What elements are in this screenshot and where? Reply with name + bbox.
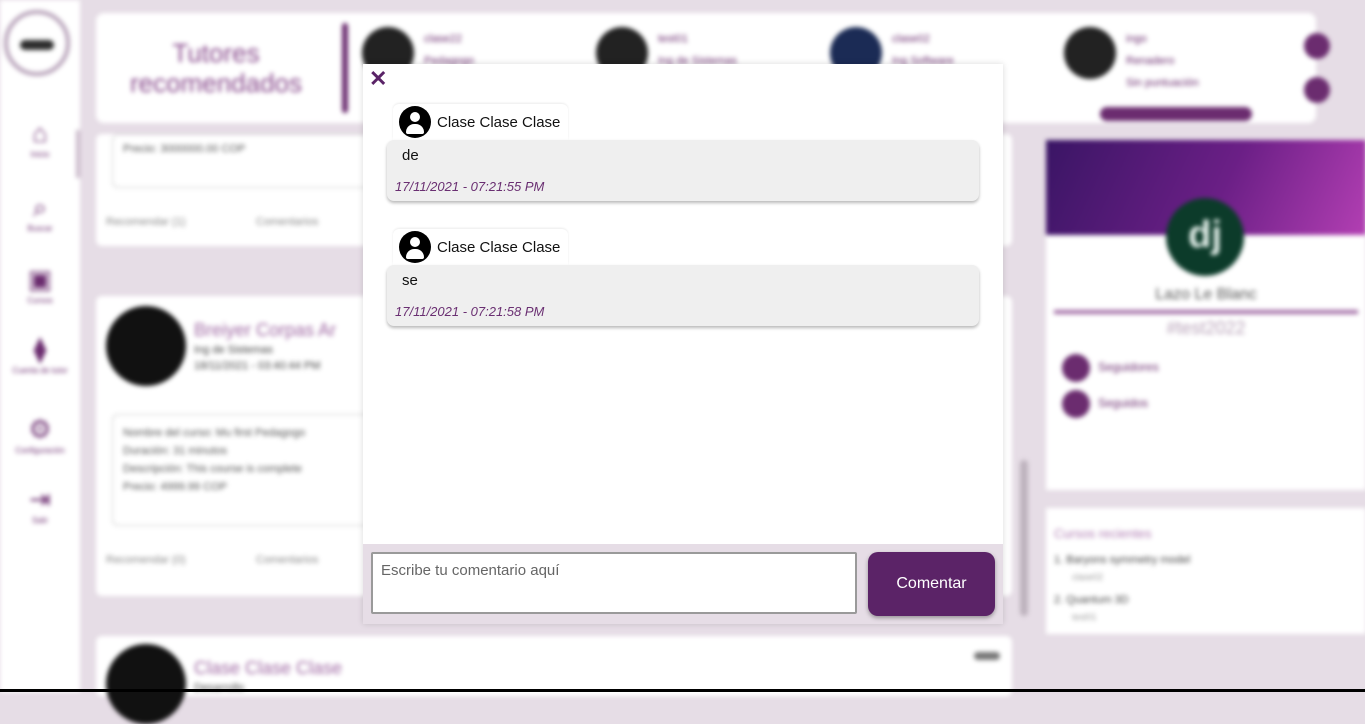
comment-text: se <box>402 272 418 289</box>
sidebar-item-label: Cursos <box>27 296 53 305</box>
course-name: Nombre del curso: Mu first Pedagogo <box>123 427 306 439</box>
sidebar-item-tutor-account[interactable]: ⧫ Cuenta de tutor <box>0 334 80 375</box>
sidebar-item-label: Configuración <box>15 446 65 455</box>
comments-button[interactable]: Comentarios <box>256 216 318 228</box>
post-author-name[interactable]: Clase Clase Clase <box>194 658 342 679</box>
sidebar-item-settings[interactable]: ⚙ Configuración <box>0 414 80 455</box>
following-link[interactable]: Seguidos <box>1062 390 1148 418</box>
briefcase-icon: ▣ <box>27 264 53 294</box>
gears-icon: ⚙ <box>28 414 52 444</box>
avatar <box>106 644 186 724</box>
recommend-button[interactable]: Recomendar (1) <box>106 216 185 228</box>
recent-course-item[interactable]: 1. Baryons symmetry model <box>1054 554 1190 566</box>
comment-author: Clase Clase Clase <box>393 104 569 140</box>
post-options-icon[interactable] <box>974 652 1000 660</box>
profile-avatar: dj <box>1166 198 1244 276</box>
feed-post: Clase Clase Clase Desarrollo <box>96 636 1012 724</box>
avatar <box>106 306 186 386</box>
following-icon <box>1062 390 1090 418</box>
comment-submit-button[interactable]: Comentar <box>868 552 995 616</box>
home-icon: ⌂ <box>32 118 48 148</box>
carousel-next-button[interactable] <box>1304 77 1330 103</box>
sidebar-item-label: Inicio <box>30 150 50 159</box>
avatar <box>1064 27 1116 79</box>
followers-label: Seguidores <box>1098 360 1159 375</box>
post-author-role: Desarrollo <box>194 682 245 694</box>
tutor-username: clase02 <box>892 33 930 45</box>
app-logo <box>4 10 70 76</box>
search-icon: ⌕ <box>32 192 48 222</box>
sidebar-item-home[interactable]: ⌂ Inicio <box>0 118 80 159</box>
comments-button[interactable]: Comentarios <box>256 554 318 566</box>
followers-link[interactable]: Seguidores <box>1062 354 1159 382</box>
carousel-prev-button[interactable] <box>1304 33 1330 59</box>
comment-composer: Comentar <box>363 544 1003 624</box>
sidebar-item-label: Buscar <box>27 224 53 233</box>
user-avatar-icon <box>399 106 431 138</box>
profile-name: Lazo Le Blanc <box>1155 286 1257 303</box>
recent-course-item[interactable]: 2. Quantum 3D <box>1054 594 1129 606</box>
following-label: Seguidos <box>1098 396 1149 411</box>
post-author-role: Ing de Sistemas <box>194 344 273 356</box>
tutor-username: ingo <box>1126 33 1147 45</box>
follow-button[interactable] <box>1100 107 1252 121</box>
comment-bubble: se 17/11/2021 - 07:21:58 PM <box>387 265 979 326</box>
comment-text: de <box>402 147 419 164</box>
recent-course-author: test01 <box>1072 612 1097 622</box>
tutor-username: test01 <box>658 33 688 45</box>
feed-scrollbar[interactable] <box>1020 460 1028 616</box>
divider <box>342 23 348 113</box>
recommended-tutors-title: Tutores recomendados <box>130 38 302 98</box>
comment-bubble: de 17/11/2021 - 07:21:55 PM <box>387 140 979 201</box>
followers-icon <box>1062 354 1090 382</box>
comment-author-name: Clase Clase Clase <box>437 113 561 131</box>
comment-timestamp: 17/11/2021 - 07:21:55 PM <box>395 179 545 194</box>
comments-modal: ✕ Clase Clase Clase de 17/11/2021 - 07:2… <box>363 64 1003 624</box>
recommend-button[interactable]: Recomendar (0) <box>106 554 185 566</box>
tutor-rating: Sin puntuación <box>1126 77 1199 89</box>
close-icon[interactable]: ✕ <box>369 66 387 92</box>
course-description: Descripción: This course is complete <box>123 463 302 475</box>
recent-courses-title: Cursos recientes <box>1054 526 1152 541</box>
comment-author-name: Clase Clase Clase <box>437 238 561 256</box>
course-price: Precio: 4999.99 COP <box>123 481 227 493</box>
comment-timestamp: 17/11/2021 - 07:21:58 PM <box>395 304 545 319</box>
post-date: 18/11/2021 - 03:40:44 PM <box>194 360 321 372</box>
dumbbell-icon: ⧫ <box>33 334 47 364</box>
course-price: Precio: 3000000.00 COP <box>123 143 246 155</box>
tutor-username: clase22 <box>424 33 462 45</box>
post-author-name[interactable]: Breiyer Corpas Ar <box>194 320 336 341</box>
profile-tag: #test2022 <box>1166 318 1246 338</box>
divider <box>1054 310 1358 314</box>
profile-card: dj Lazo Le Blanc #test2022 Seguidores Se… <box>1046 140 1365 490</box>
tutor-card[interactable]: ingo Renadero Sin puntuación <box>1064 27 1284 121</box>
course-duration: Duración: 31 minutos <box>123 445 227 457</box>
sidebar-item-label: Cuenta de tutor <box>12 366 68 375</box>
comment-author: Clase Clase Clase <box>393 229 569 265</box>
sidebar-item-label: Salir <box>31 516 48 525</box>
sidebar-item-search[interactable]: ⌕ Buscar <box>0 192 80 233</box>
sidebar-item-logout[interactable]: ⇥ Salir <box>0 484 80 525</box>
comment-input[interactable] <box>371 552 857 614</box>
recent-course-author: clase02 <box>1072 572 1104 582</box>
tutor-profession: Renadero <box>1126 55 1175 67</box>
user-avatar-icon <box>399 231 431 263</box>
logout-icon: ⇥ <box>29 484 51 514</box>
sidebar-item-courses[interactable]: ▣ Cursos <box>0 264 80 305</box>
recent-courses-card: Cursos recientes 1. Baryons symmetry mod… <box>1046 508 1365 634</box>
sidebar: ⌂ Inicio ⌕ Buscar ▣ Cursos ⧫ Cuenta de t… <box>0 0 80 692</box>
